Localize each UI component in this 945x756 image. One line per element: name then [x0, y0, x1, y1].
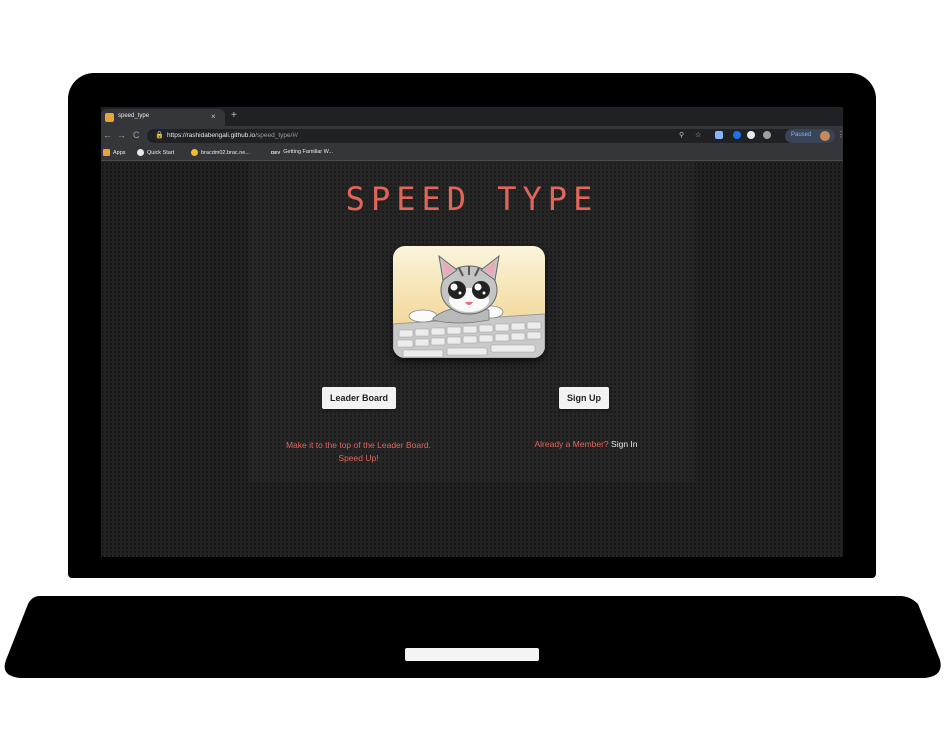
address-bar[interactable]: 🔒 https://rashidabengali.github.io/speed…: [147, 129, 797, 143]
browser-tab[interactable]: speed_type ×: [101, 109, 225, 126]
leader-board-button[interactable]: Leader Board: [322, 387, 397, 409]
star-icon[interactable]: ☆: [695, 131, 701, 139]
extension-icon[interactable]: [747, 131, 755, 139]
url-text[interactable]: https://rashidabengali.github.io/speed_t…: [167, 132, 298, 139]
cat-on-keyboard-image: [393, 246, 545, 358]
browser-toolbar: ← → C 🔒 https://rashidabengali.github.io…: [101, 126, 843, 146]
laptop-base: [4, 596, 941, 678]
page-title: SPEED TYPE: [345, 180, 599, 218]
sign-in-link[interactable]: Sign In: [611, 439, 637, 449]
tagline-line-1: Make it to the top of the Leader Board.: [285, 440, 432, 450]
profile-label: Paused: [791, 132, 812, 138]
globe-icon: [137, 149, 144, 156]
tagline-line-2: Speed Up!: [338, 453, 379, 463]
member-prompt: Already a Member? Sign In: [501, 439, 671, 449]
avatar: [820, 131, 830, 141]
search-icon[interactable]: ⚲: [679, 131, 684, 139]
sign-up-button[interactable]: Sign Up: [559, 387, 609, 409]
favicon-icon: [105, 113, 114, 122]
bookmark-bracdm[interactable]: bracdm02.brac.ne...: [191, 149, 250, 156]
smiley-icon: [191, 149, 198, 156]
reload-button[interactable]: C: [133, 130, 140, 140]
back-button[interactable]: ←: [103, 130, 112, 140]
menu-icon[interactable]: ⋮: [837, 130, 843, 139]
cat-illustration: [393, 254, 545, 358]
bookmark-label: Apps: [113, 149, 126, 156]
extension-icon[interactable]: [715, 131, 723, 139]
close-tab-icon[interactable]: ×: [211, 112, 216, 121]
extension-icon[interactable]: [733, 131, 741, 139]
forward-button[interactable]: →: [117, 130, 126, 140]
bookmarks-bar: Apps Quick Start bracdm02.brac.ne... DEV…: [101, 146, 843, 161]
tagline: Make it to the top of the Leader Board. …: [261, 439, 456, 465]
web-page: SPEED TYPE Leader Board Sign Up Make it …: [101, 162, 843, 557]
bookmark-quick-start[interactable]: Quick Start: [137, 149, 174, 156]
extension-icon[interactable]: [763, 131, 771, 139]
new-tab-button[interactable]: +: [231, 110, 237, 121]
profile-button[interactable]: Paused: [785, 129, 835, 143]
dev-icon: DEV: [271, 149, 281, 155]
trackpad: [405, 648, 539, 661]
apps-grid-icon: [103, 149, 110, 156]
lock-icon: 🔒: [155, 132, 164, 139]
bookmark-label: Getting Familiar W...: [283, 149, 334, 155]
bookmark-label: bracdm02.brac.ne...: [201, 149, 250, 156]
bookmark-label: Quick Start: [147, 149, 175, 156]
bookmark-dev[interactable]: DEV Getting Familiar W...: [271, 149, 333, 155]
tab-title: speed_type: [118, 113, 150, 119]
laptop-screen: speed_type × + ← → C 🔒 https://rashidabe…: [101, 107, 843, 557]
browser-tabstrip: speed_type × +: [101, 107, 843, 126]
bookmark-apps[interactable]: Apps: [103, 149, 126, 156]
member-text: Already a Member?: [534, 439, 609, 449]
